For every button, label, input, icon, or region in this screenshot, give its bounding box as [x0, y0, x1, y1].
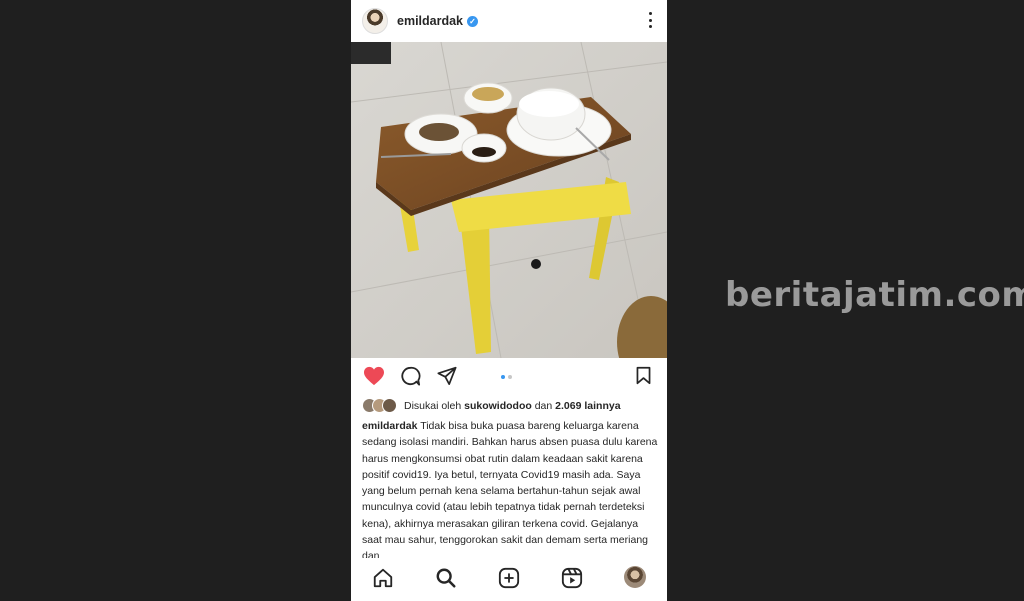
likes-conj: dan [534, 400, 553, 412]
watermark-text: beritajatim.com [725, 275, 1024, 315]
home-icon[interactable] [372, 567, 394, 589]
likes-prefix: Disukai oleh [404, 400, 462, 412]
caption-text: Tidak bisa buka puasa bareng keluarga ka… [362, 420, 658, 558]
likes-summary[interactable]: Disukai oleh sukowidodoo dan 2.069 lainn… [362, 398, 621, 414]
comment-icon[interactable] [400, 366, 421, 386]
bottom-navigation [351, 561, 667, 601]
bookmark-icon[interactable] [635, 366, 652, 385]
post-caption: emildardak Tidak bisa buka puasa bareng … [362, 418, 658, 558]
food-tray-on-table-image [351, 42, 667, 358]
plus-square-icon[interactable] [498, 567, 520, 589]
verified-badge-icon: ✓ [467, 15, 479, 27]
author-username[interactable]: emildardak [397, 14, 463, 28]
reels-icon[interactable] [561, 567, 583, 589]
post-photo[interactable] [351, 42, 667, 358]
profile-avatar[interactable] [624, 566, 646, 588]
instagram-post-screen: emildardak ✓ Disukai oleh sukowidodoo da… [351, 0, 667, 601]
carousel-indicator [501, 375, 512, 379]
paper-plane-icon[interactable] [437, 366, 457, 385]
post-actions-bar [351, 364, 667, 390]
liker-username[interactable]: sukowidodoo [464, 400, 532, 412]
liker-avatars [362, 398, 404, 414]
heart-filled-icon[interactable] [363, 366, 385, 386]
post-header: emildardak ✓ [351, 0, 667, 42]
caption-username[interactable]: emildardak [362, 420, 417, 432]
author-avatar[interactable] [362, 8, 388, 34]
likes-others[interactable]: 2.069 lainnya [555, 400, 620, 412]
search-icon[interactable] [435, 567, 457, 589]
more-options-icon[interactable] [649, 12, 653, 28]
